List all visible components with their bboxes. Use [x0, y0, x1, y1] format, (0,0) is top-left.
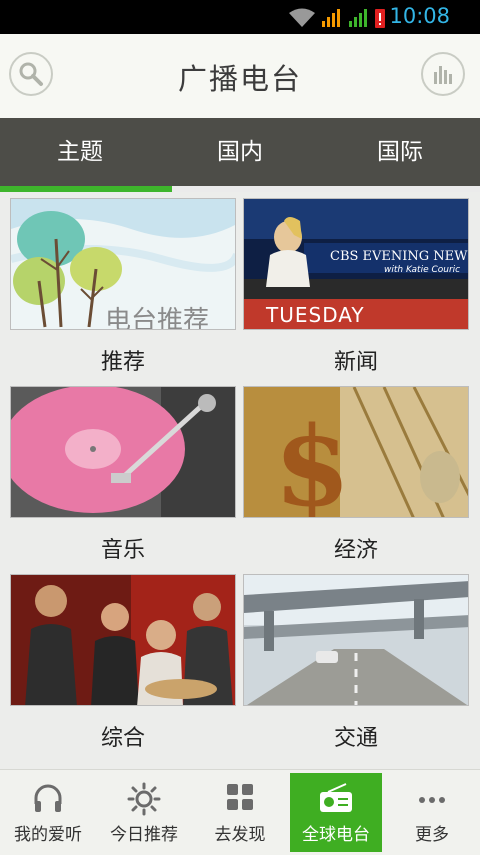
app-header: 广播电台: [0, 34, 480, 118]
clock: 10:08: [389, 4, 450, 28]
news-banner-subtext: with Katie Couric: [384, 265, 461, 275]
general-thumbnail: [10, 574, 236, 706]
nav-global-radio[interactable]: 全球电台: [290, 773, 382, 852]
category-card-general[interactable]: 综合: [10, 574, 236, 754]
grid-icon: [227, 784, 253, 810]
nav-my-favorites[interactable]: 我的爱听: [0, 770, 96, 855]
tab-international[interactable]: 国际: [320, 118, 480, 186]
category-label: 推荐: [100, 350, 145, 375]
nav-label: 我的爱听: [14, 825, 82, 845]
category-label: 经济: [333, 538, 378, 563]
wifi-icon: [289, 8, 315, 27]
category-card-recommend[interactable]: 电台推荐 推荐: [10, 198, 236, 378]
equalizer-icon: [434, 66, 452, 84]
category-card-economy[interactable]: $ 经济: [243, 386, 469, 566]
news-thumbnail: CBS EVENING NEWS with Katie Couric TUESD…: [243, 198, 469, 330]
nav-label: 更多: [415, 825, 449, 845]
category-label: 交通: [333, 726, 378, 751]
nav-label: 今日推荐: [110, 825, 178, 845]
tab-domestic[interactable]: 国内: [160, 118, 320, 186]
page-title: 广播电台: [177, 62, 302, 96]
traffic-thumbnail: [243, 574, 469, 706]
recommend-thumbnail: 电台推荐: [10, 198, 236, 330]
signal-3g-icon: [322, 9, 340, 27]
more-dots-icon: [419, 797, 445, 803]
equalizer-button[interactable]: [421, 52, 465, 96]
svg-text:$: $: [274, 402, 351, 518]
nav-discover[interactable]: 去发现: [192, 770, 288, 855]
category-tabs: 主题 国内 国际: [0, 118, 480, 186]
nav-more[interactable]: 更多: [384, 770, 480, 855]
battery-low-icon: [375, 9, 385, 28]
sun-icon: [127, 782, 161, 816]
signal-icon: [349, 9, 367, 27]
nav-label: 去发现: [214, 825, 266, 845]
economy-thumbnail: $: [243, 386, 469, 518]
news-banner-text: CBS EVENING NEWS: [330, 249, 469, 264]
category-label: 综合: [100, 726, 145, 751]
nav-today-recommend[interactable]: 今日推荐: [96, 770, 192, 855]
nav-label: 全球电台: [302, 825, 370, 845]
category-card-news[interactable]: CBS EVENING NEWS with Katie Couric TUESD…: [243, 198, 469, 378]
radio-icon: [320, 783, 352, 812]
category-grid: 电台推荐 推荐 CBS EVENING NEWS with Katie Cour…: [0, 192, 480, 769]
bottom-navigation: 我的爱听 今日推荐 去发现 全球电台 更多: [0, 769, 480, 855]
category-label: 新闻: [333, 350, 378, 375]
music-thumbnail: [10, 386, 236, 518]
news-day-text: TUESDAY: [266, 303, 365, 327]
headphones-icon: [34, 784, 62, 812]
category-label: 音乐: [100, 538, 145, 563]
recommend-thumbnail-caption: 电台推荐: [105, 306, 210, 330]
status-bar: 10:08: [0, 0, 480, 34]
category-card-traffic[interactable]: 交通: [243, 574, 469, 754]
category-card-music[interactable]: 音乐: [10, 386, 236, 566]
tab-theme[interactable]: 主题: [0, 118, 160, 186]
